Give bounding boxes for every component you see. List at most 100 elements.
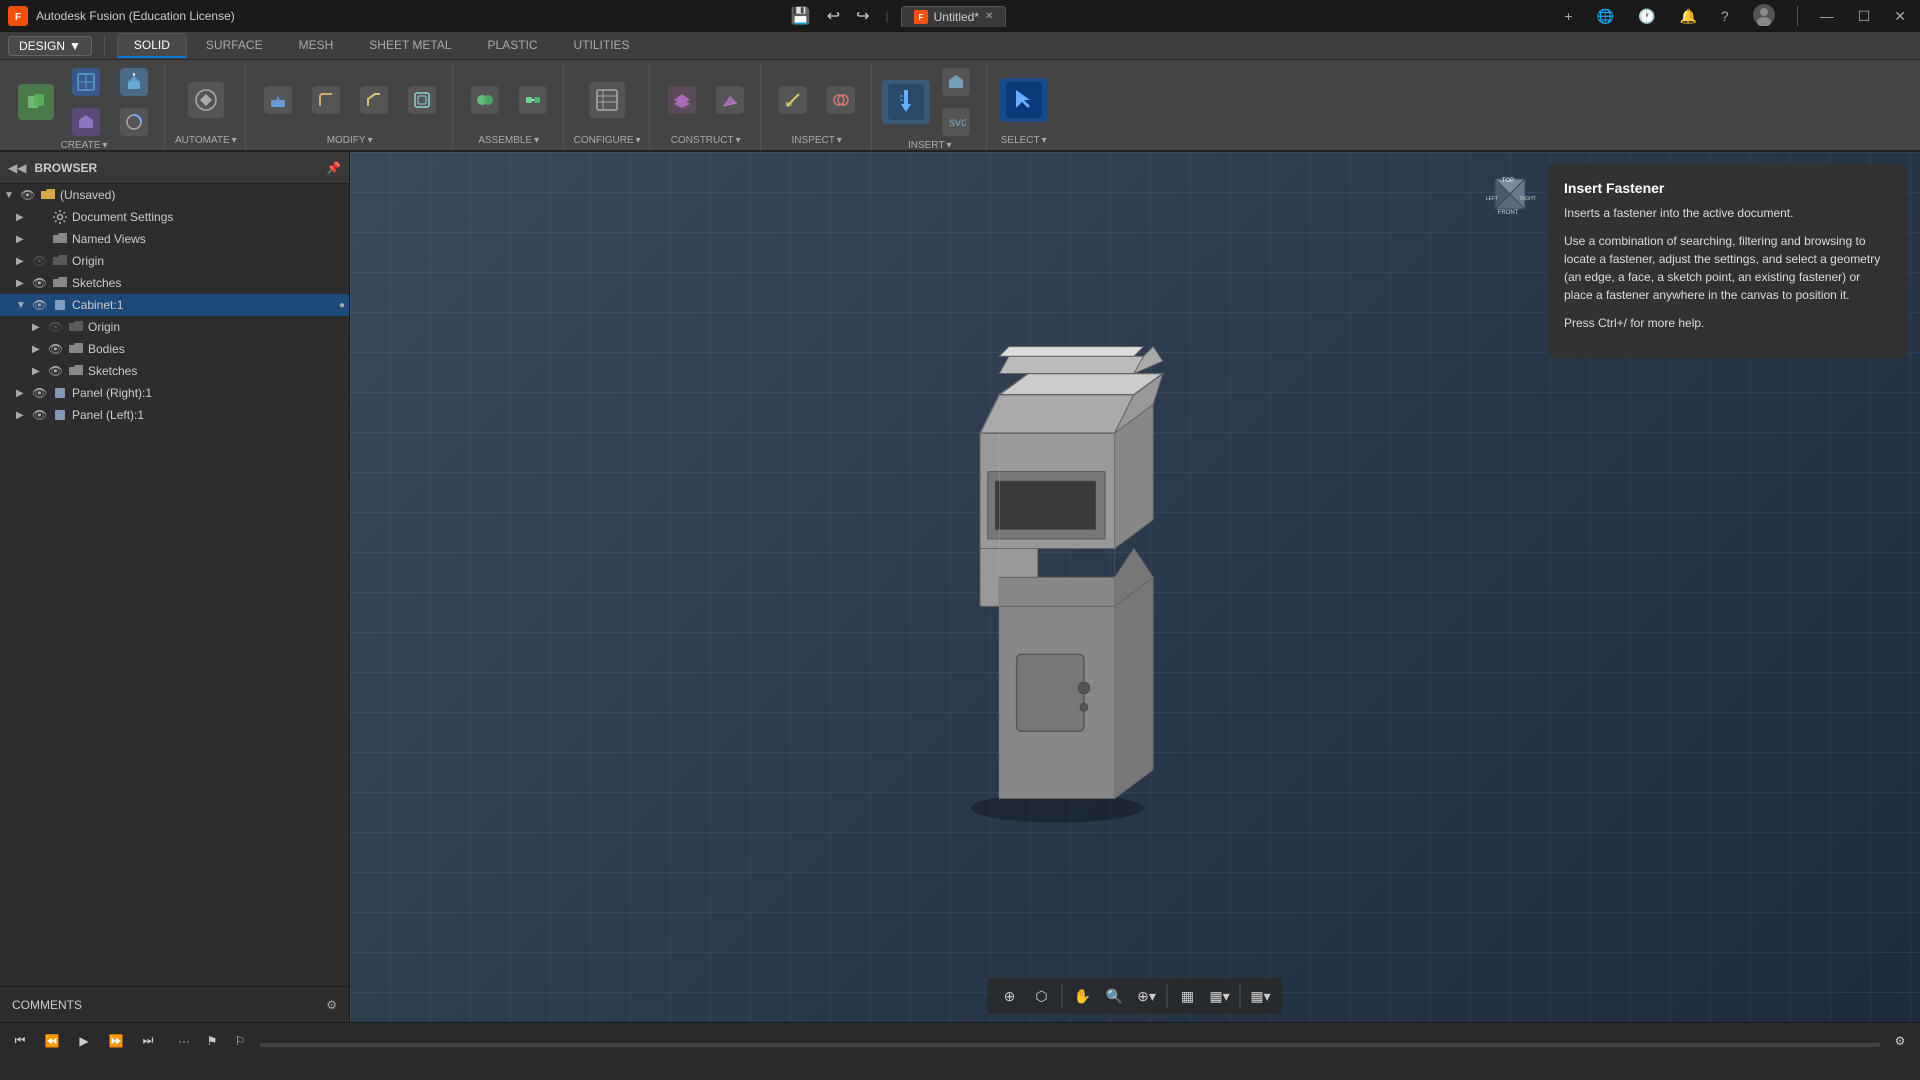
new-joint-button[interactable] [463,82,507,118]
display-mode-button[interactable]: ▦ [1174,982,1202,1010]
tree-item-sketches2[interactable]: ▶ 👁 Sketches [0,360,349,382]
tab-sheet-metal[interactable]: SHEET METAL [352,33,468,58]
tree-item-unsaved[interactable]: ▼ 👁 (Unsaved) [0,184,349,206]
profile-button[interactable] [1747,4,1781,29]
visual-style-button[interactable]: ▦▾ [1206,982,1234,1010]
configure-button[interactable] [583,78,631,122]
online-button[interactable]: 🌐 [1591,8,1620,25]
assemble-group-label[interactable]: ASSEMBLE ▾ [478,135,539,150]
redo-button[interactable]: ↪ [852,4,873,28]
expand-sketches2[interactable]: ▶ [32,366,44,377]
zoom-dropdown[interactable]: ⊕▾ [1133,982,1161,1010]
tree-item-doc-settings[interactable]: ▶ Document Settings [0,206,349,228]
expand-named-views[interactable]: ▶ [16,234,28,245]
eye-sketches[interactable]: 👁 [32,276,48,290]
automate-group-label[interactable]: AUTOMATE ▾ [175,135,237,150]
expand-cabinet[interactable]: ▼ [16,300,28,311]
help-button[interactable]: ? [1715,8,1735,24]
notifications-button[interactable]: 🔔 [1673,8,1702,25]
tab-utilities[interactable]: UTILITIES [557,33,647,58]
expand-bodies[interactable]: ▶ [32,344,44,355]
tree-item-panel-left[interactable]: ▶ 👁 Panel (Left):1 [0,404,349,426]
insert-fastener-button[interactable] [882,80,930,124]
create-form-button[interactable] [64,104,108,140]
insert-svg-button[interactable]: SVG [934,104,978,140]
inspect-group-label[interactable]: INSPECT ▾ [792,135,842,150]
timeline-dots-button[interactable]: ··· [172,1029,196,1053]
snap-button[interactable]: ⊕ [996,982,1024,1010]
as-built-joint-button[interactable] [511,82,555,118]
skip-forward-button[interactable]: ⏭ [136,1029,160,1053]
save-button[interactable]: 💾 [787,4,815,28]
modify-group-label[interactable]: MODIFY ▾ [327,135,373,150]
plane-at-angle-button[interactable] [708,82,752,118]
select-button[interactable] [1000,78,1048,122]
doc-close-icon[interactable]: ✕ [985,11,993,22]
automate-button[interactable] [182,78,230,122]
play-button[interactable]: ▶ [72,1029,96,1053]
configure-group-label[interactable]: CONFIGURE ▾ [574,135,641,150]
undo-button[interactable]: ↩ [823,4,844,28]
tab-mesh[interactable]: MESH [282,33,351,58]
insert-mesh-button[interactable] [934,64,978,100]
tree-item-bodies[interactable]: ▶ 👁 Bodies [0,338,349,360]
expand-origin2[interactable]: ▶ [32,322,44,333]
tree-item-panel-right[interactable]: ▶ 👁 Panel (Right):1 [0,382,349,404]
tree-item-cabinet[interactable]: ▼ 👁 Cabinet:1 ● [0,294,349,316]
tab-solid[interactable]: SOLID [117,33,187,58]
browser-pin-button[interactable]: 📌 [326,161,341,175]
close-button[interactable]: ✕ [1888,8,1912,25]
create-sketch-button[interactable] [64,64,108,100]
tree-item-sketches[interactable]: ▶ 👁 Sketches [0,272,349,294]
fillet-button[interactable] [304,82,348,118]
revolve-button[interactable] [112,104,156,140]
new-button[interactable]: + [1558,8,1578,24]
eye-origin2[interactable]: 👁 [48,320,64,334]
expand-panel-left[interactable]: ▶ [16,410,28,421]
step-forward-button[interactable]: ⏩ [104,1029,128,1053]
tree-item-origin2[interactable]: ▶ 👁 Origin [0,316,349,338]
tab-surface[interactable]: SURFACE [189,33,280,58]
orbit-button[interactable]: ✋ [1069,982,1097,1010]
eye-cabinet[interactable]: 👁 [32,298,48,312]
interference-button[interactable] [819,82,863,118]
expand-doc-settings[interactable]: ▶ [16,212,28,223]
expand-sketches[interactable]: ▶ [16,278,28,289]
offset-plane-button[interactable] [660,82,704,118]
eye-bodies[interactable]: 👁 [48,342,64,356]
zoom-button[interactable]: 🔍 [1101,982,1129,1010]
step-back-button[interactable]: ⏪ [40,1029,64,1053]
design-mode-button[interactable]: DESIGN ▼ [8,36,92,56]
eye-unsaved[interactable]: 👁 [20,188,36,202]
construct-group-label[interactable]: CONSTRUCT ▾ [671,135,741,150]
eye-panel-left[interactable]: 👁 [32,408,48,422]
expand-origin[interactable]: ▶ [16,256,28,267]
timeline-flag-button[interactable]: ⚐ [228,1029,252,1053]
eye-origin[interactable]: 👁 [32,254,48,268]
minimize-button[interactable]: — [1814,8,1840,24]
viewport[interactable]: Insert Fastener Inserts a fastener into … [350,152,1920,1022]
shell-button[interactable] [400,82,444,118]
tab-plastic[interactable]: PLASTIC [471,33,555,58]
eye-panel-right[interactable]: 👁 [32,386,48,400]
eye-sketches2[interactable]: 👁 [48,364,64,378]
expand-unsaved[interactable]: ▼ [4,190,16,201]
browser-collapse-button[interactable]: ◀◀ [8,161,26,175]
history-button[interactable]: 🕐 [1632,8,1661,25]
tree-item-named-views[interactable]: ▶ Named Views [0,228,349,250]
grid-button[interactable]: ⬡ [1028,982,1056,1010]
extrude-button[interactable] [112,64,156,100]
select-group-label[interactable]: SELECT ▾ [1001,135,1047,150]
chamfer-button[interactable] [352,82,396,118]
measure-button[interactable] [771,82,815,118]
settings-gear-button[interactable]: ⚙ [1888,1029,1912,1053]
press-pull-button[interactable] [256,82,300,118]
comments-settings-button[interactable]: ⚙ [326,998,337,1012]
maximize-button[interactable]: ☐ [1852,8,1877,25]
viewcube[interactable]: TOP LEFT RIGHT FRONT [1480,164,1540,224]
skip-back-button[interactable]: ⏮ [8,1029,32,1053]
expand-panel-right[interactable]: ▶ [16,388,28,399]
tree-item-origin[interactable]: ▶ 👁 Origin [0,250,349,272]
timeline-marker-button[interactable]: ⚑ [200,1029,224,1053]
doc-tab[interactable]: F Untitled* ✕ [901,6,1007,27]
